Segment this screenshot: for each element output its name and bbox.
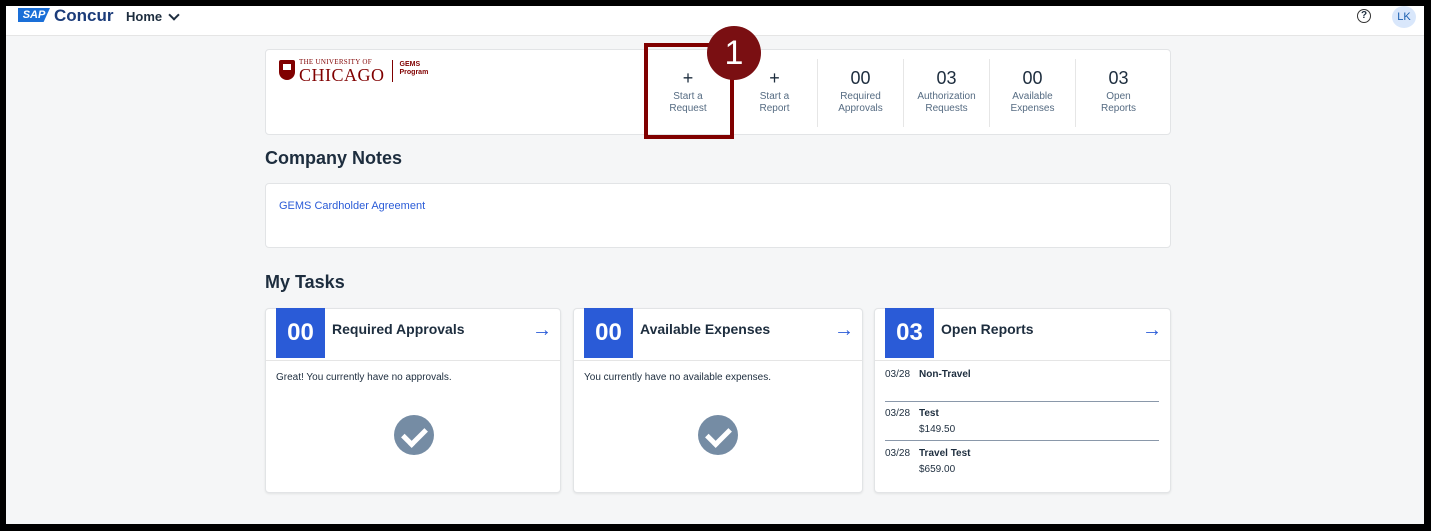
card-title: Required Approvals [332, 321, 465, 337]
report-date: 03/28 [885, 369, 911, 380]
shield-icon [279, 60, 295, 80]
arrow-right-icon[interactable]: → [1142, 319, 1162, 342]
app-frame: SAP Concur Home ? LK THE UNIVERSITY OF C… [6, 6, 1424, 524]
arrow-right-icon[interactable]: → [532, 319, 552, 342]
action-label: Expenses [1010, 103, 1055, 114]
step-number-badge: 1 [707, 26, 761, 80]
action-label: Required [840, 91, 881, 102]
arrow-right-icon[interactable]: → [834, 319, 854, 342]
company-notes-heading: Company Notes [265, 148, 403, 168]
action-label: Approvals [838, 103, 883, 114]
university-logo: THE UNIVERSITY OF CHICAGO GEMS Program [279, 58, 428, 84]
action-label: Report [759, 103, 790, 114]
top-nav: SAP Concur Home ? LK [6, 6, 1424, 36]
available-expenses-button[interactable]: 00 Available Expenses [989, 59, 1075, 127]
action-label: Available [1012, 91, 1053, 102]
report-date: 03/28 [885, 448, 911, 459]
program-line1: GEMS [399, 61, 421, 68]
action-label: Requests [925, 103, 968, 114]
action-label: Open [1106, 91, 1131, 102]
action-label: Start a [759, 91, 790, 102]
empty-message: You currently have no available expenses… [584, 372, 771, 383]
program-line2: Program [399, 69, 429, 76]
available-expenses-card: 00 Available Expenses → You currently ha… [573, 308, 863, 493]
card-title: Open Reports [941, 321, 1034, 337]
action-label: Reports [1100, 103, 1136, 114]
report-name: Test [919, 408, 939, 419]
reports-count: 03 [885, 308, 934, 358]
logo-divider [391, 60, 393, 82]
required-approvals-card: 00 Required Approvals → Great! You curre… [265, 308, 561, 493]
checkmark-icon [698, 415, 738, 455]
action-count: 00 [1022, 68, 1043, 88]
chevron-down-icon [168, 8, 180, 21]
action-count: 00 [850, 68, 871, 88]
avatar[interactable]: LK [1392, 6, 1416, 28]
sap-logo[interactable]: SAP [18, 8, 50, 22]
report-divider [885, 440, 1159, 441]
report-amount: $149.50 [919, 424, 956, 435]
card-header[interactable]: 00 Available Expenses → [574, 308, 862, 361]
report-name: Non-Travel [919, 369, 971, 380]
report-date: 03/28 [885, 408, 911, 419]
report-name: Travel Test [919, 448, 971, 459]
card-header[interactable]: 00 Required Approvals → [266, 308, 560, 361]
home-menu[interactable]: Home [126, 8, 180, 24]
report-item[interactable]: 03/28 Travel Test $659.00 [885, 448, 1159, 478]
action-count: 03 [936, 68, 957, 88]
required-approvals-button[interactable]: 00 Required Approvals [817, 59, 903, 127]
action-count: 03 [1108, 68, 1129, 88]
report-amount: $659.00 [919, 464, 956, 475]
card-title: Available Expenses [640, 321, 771, 337]
report-item[interactable]: 03/28 Test $149.50 [885, 408, 1159, 438]
my-tasks-heading: My Tasks [265, 272, 345, 292]
approvals-count: 00 [276, 308, 325, 358]
university-line2: CHICAGO [299, 65, 385, 85]
card-header[interactable]: 03 Open Reports → [875, 308, 1170, 361]
home-menu-label: Home [126, 9, 163, 24]
cardholder-agreement-link[interactable]: GEMS Cardholder Agreement [279, 200, 425, 212]
company-notes-card: GEMS Cardholder Agreement [265, 183, 1171, 248]
open-reports-button[interactable]: 03 Open Reports [1075, 59, 1161, 127]
open-reports-card: 03 Open Reports → 03/28 Non-Travel 03/28… [874, 308, 1171, 493]
help-icon[interactable]: ? [1357, 9, 1371, 23]
empty-message: Great! You currently have no approvals. [276, 372, 452, 383]
expenses-count: 00 [584, 308, 633, 358]
checkmark-icon [394, 415, 434, 455]
concur-brand[interactable]: Concur [54, 6, 114, 26]
authorization-requests-button[interactable]: 03 Authorization Requests [903, 59, 989, 127]
report-item[interactable]: 03/28 Non-Travel [885, 369, 1159, 399]
action-label: Authorization [917, 91, 976, 102]
report-divider [885, 401, 1159, 402]
